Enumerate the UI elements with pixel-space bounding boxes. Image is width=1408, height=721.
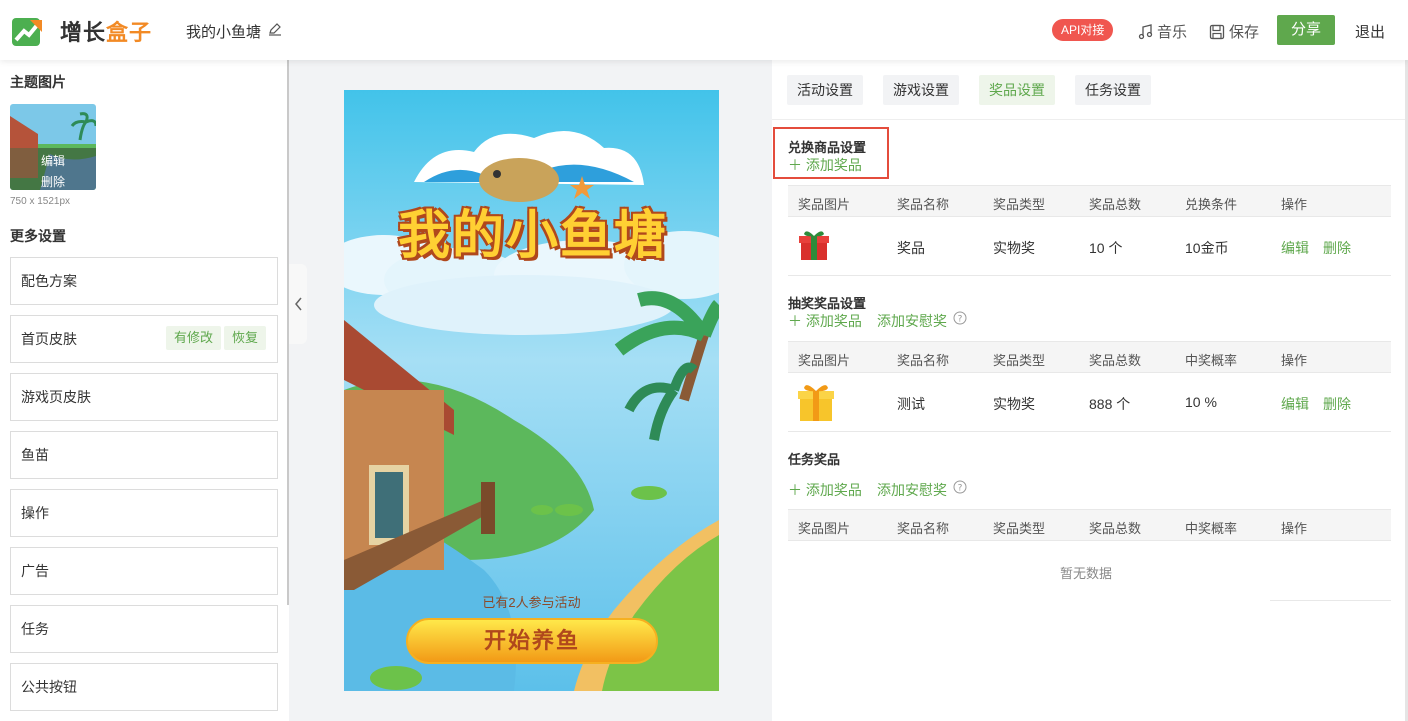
exchange-edit-button[interactable]: 编辑 [1281, 238, 1309, 258]
menu-operation[interactable]: 操作 [10, 489, 278, 537]
project-title: 我的小鱼塘 [186, 24, 262, 41]
row-divider [788, 431, 1391, 432]
help-question-icon[interactable]: ? [953, 480, 967, 494]
lottery-delete-button[interactable]: 删除 [1323, 394, 1351, 414]
exchange-delete-button[interactable]: 删除 [1323, 238, 1351, 258]
theme-image-thumbnail[interactable]: 编辑 删除 [10, 104, 96, 190]
menu-tasks[interactable]: 任务 [10, 605, 278, 653]
red-gift-icon [799, 231, 829, 260]
row-divider [788, 275, 1391, 276]
thumbnail-edit-button[interactable]: 编辑 [10, 152, 96, 169]
tab-task-settings[interactable]: 任务设置 [1075, 75, 1151, 105]
participants-count: 已有2人参与活动 [482, 595, 581, 610]
exchange-prize-name: 奖品 [897, 240, 925, 256]
exchange-table-header: 奖品图片 奖品名称 奖品类型 奖品总数 兑换条件 操作 [788, 185, 1391, 217]
svg-text:?: ? [958, 315, 963, 325]
exchange-prize-type: 实物奖 [993, 240, 1035, 256]
yellow-gift-icon [798, 385, 834, 421]
empty-state-text: 暂无数据 [1060, 566, 1113, 581]
music-note-icon [1138, 23, 1153, 39]
row-divider [1270, 600, 1391, 601]
chevron-left-icon [295, 297, 302, 311]
game-title: 我的小鱼塘 [397, 206, 668, 266]
tab-divider [772, 119, 1408, 120]
svg-text:?: ? [958, 484, 963, 494]
menu-color-scheme[interactable]: 配色方案 [10, 257, 278, 305]
exchange-condition: 10金币 [1185, 240, 1229, 256]
theme-image-title: 主题图片 [10, 74, 66, 90]
lottery-prize-total: 888 个 [1089, 396, 1131, 412]
save-label: 保存 [1229, 24, 1260, 41]
menu-ads[interactable]: 广告 [10, 547, 278, 595]
lottery-add-consolation-button[interactable]: 添加安慰奖 [877, 311, 947, 331]
lottery-section-title: 抽奖奖品设置 [788, 296, 867, 311]
task-add-consolation-button[interactable]: 添加安慰奖 [877, 480, 947, 500]
save-button[interactable]: 保存 [1209, 21, 1259, 42]
task-add-prize-button[interactable]: ＋ 添加奖品 [788, 480, 862, 500]
growth-logo-icon [12, 18, 42, 46]
lottery-win-rate: 10 % [1185, 394, 1217, 410]
task-section-title: 任务奖品 [788, 452, 841, 467]
start-game-button[interactable]: 开始养鱼 [406, 618, 658, 664]
lottery-edit-button[interactable]: 编辑 [1281, 394, 1309, 414]
api-integration-badge[interactable]: API对接 [1052, 19, 1114, 41]
start-game-label: 开始养鱼 [483, 628, 580, 653]
more-settings-title: 更多设置 [10, 228, 66, 244]
collapse-sidebar-button[interactable] [289, 264, 307, 344]
top-header: 增长盒子 我的小鱼塘 API对接 音乐 保存 分享 退出 [0, 0, 1408, 60]
restore-button[interactable]: 恢复 [224, 326, 267, 350]
music-button[interactable]: 音乐 [1137, 21, 1187, 42]
save-disk-icon [1209, 24, 1225, 39]
exchange-add-prize-button[interactable]: ＋ 添加奖品 [788, 155, 862, 175]
tab-game-settings[interactable]: 游戏设置 [883, 75, 959, 105]
tab-prize-settings[interactable]: 奖品设置 [979, 75, 1055, 105]
logout-button[interactable]: 退出 [1355, 21, 1385, 42]
mobile-preview: 我的小鱼塘 已有2人参与活动 开始养鱼 [344, 90, 719, 691]
lottery-prize-type: 实物奖 [993, 396, 1035, 412]
menu-home-skin[interactable]: 首页皮肤 有修改 恢复 [10, 315, 278, 363]
exchange-prize-total: 10 个 [1089, 240, 1123, 256]
menu-fry[interactable]: 鱼苗 [10, 431, 278, 479]
thumbnail-delete-button[interactable]: 删除 [10, 173, 96, 190]
lottery-add-prize-button[interactable]: ＋ 添加奖品 [788, 311, 862, 331]
help-question-icon[interactable]: ? [953, 311, 967, 325]
edit-title-icon[interactable] [268, 22, 282, 36]
lottery-table-header: 奖品图片 奖品名称 奖品类型 奖品总数 中奖概率 操作 [788, 341, 1391, 373]
menu-common-buttons[interactable]: 公共按钮 [10, 663, 278, 711]
modified-tag: 有修改 [166, 326, 222, 350]
tab-activity-settings[interactable]: 活动设置 [787, 75, 863, 105]
share-button[interactable]: 分享 [1277, 15, 1335, 45]
lottery-prize-name: 测试 [897, 396, 925, 412]
menu-game-skin[interactable]: 游戏页皮肤 [10, 373, 278, 421]
image-dimensions: 750 x 1521px [10, 196, 71, 207]
task-table-header: 奖品图片 奖品名称 奖品类型 奖品总数 中奖概率 操作 [788, 509, 1391, 541]
music-label: 音乐 [1157, 24, 1188, 41]
brand-logo-text: 增长盒子 [60, 20, 153, 45]
exchange-section-title: 兑换商品设置 [788, 140, 867, 155]
